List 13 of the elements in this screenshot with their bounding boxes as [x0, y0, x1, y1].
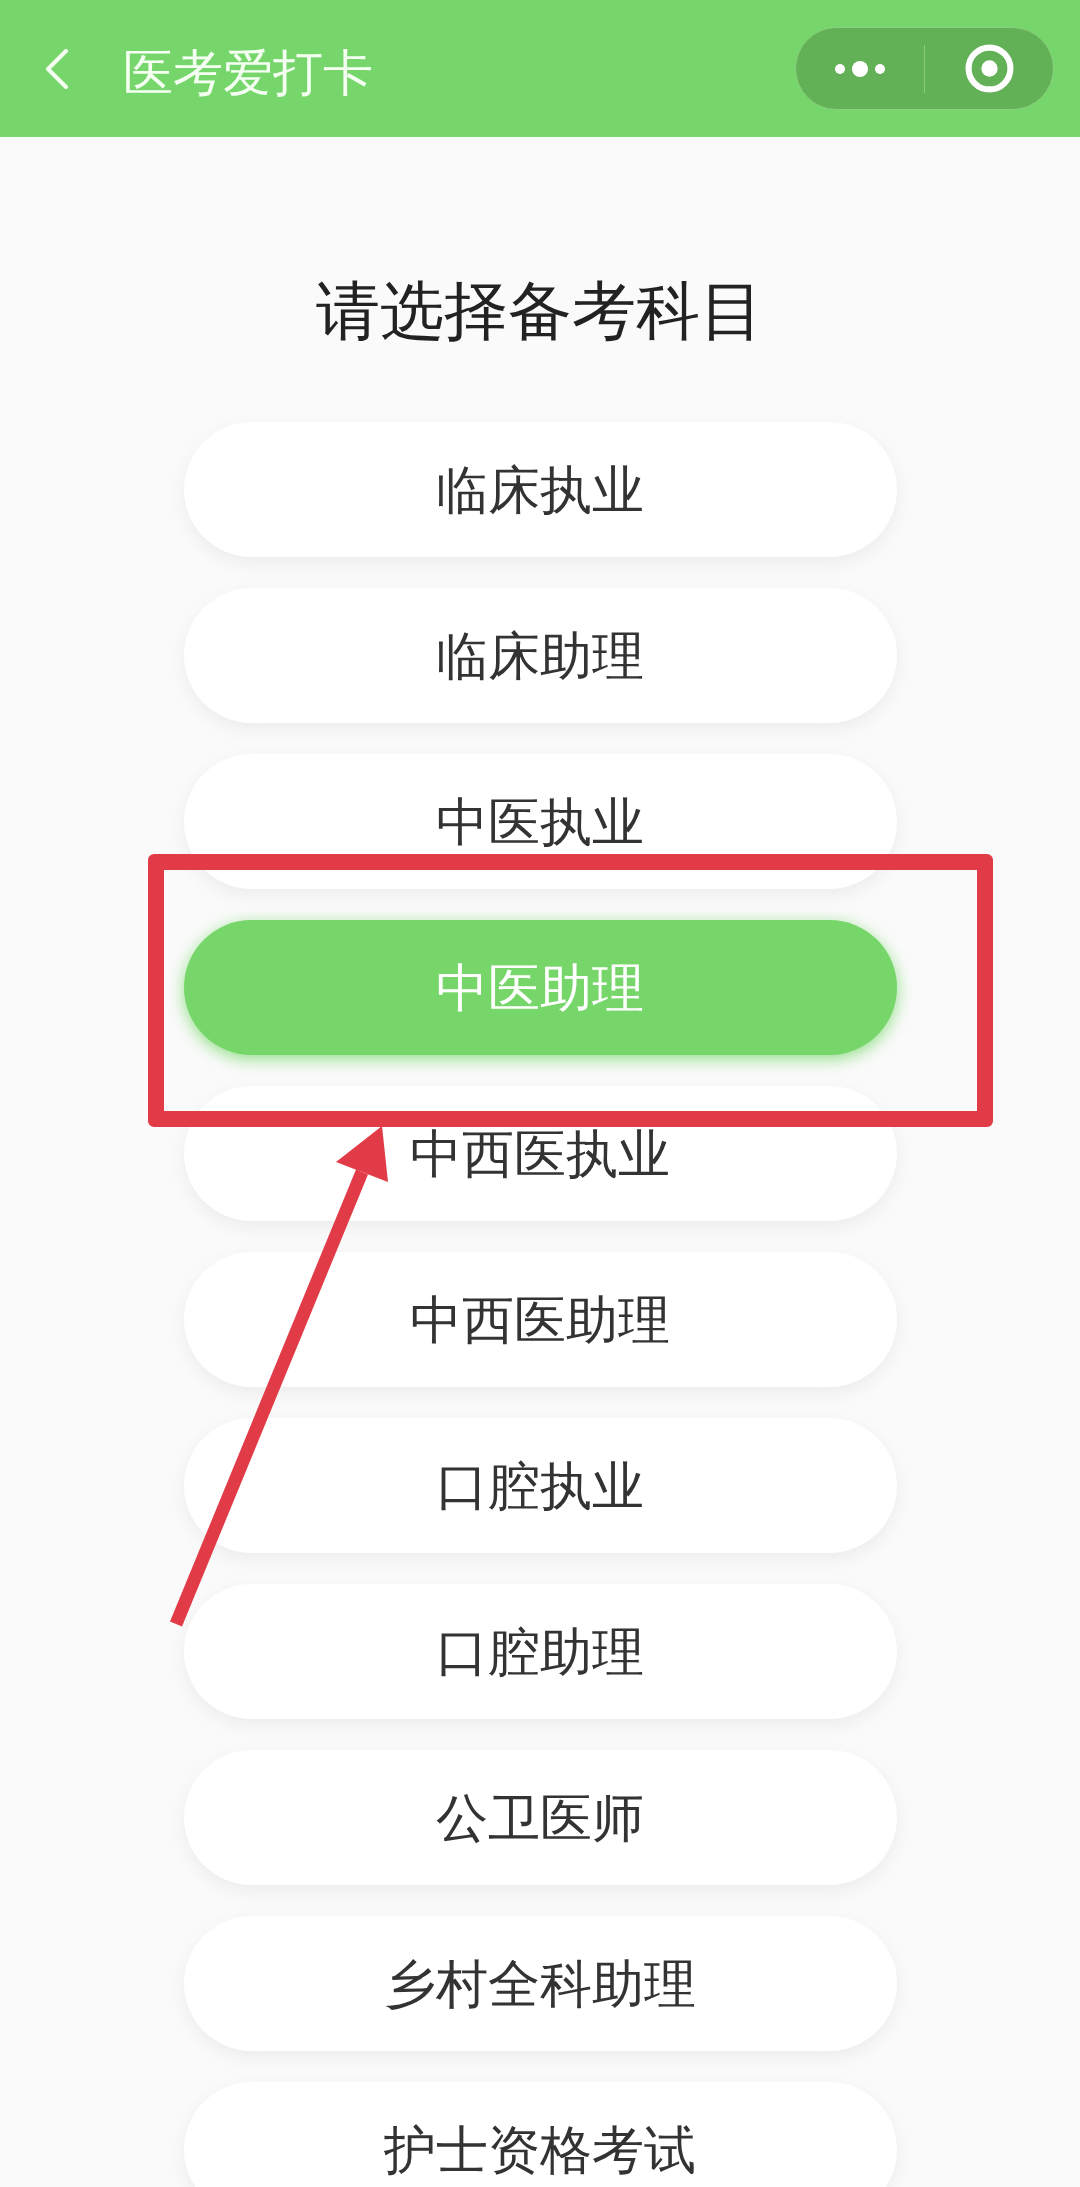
- subject-option[interactable]: 口腔执业: [183, 1418, 897, 1553]
- more-icon[interactable]: [835, 60, 885, 77]
- subject-option[interactable]: 乡村全科助理: [183, 1916, 897, 2051]
- back-icon[interactable]: [45, 48, 69, 89]
- subject-option[interactable]: 临床助理: [183, 588, 897, 723]
- subject-option[interactable]: 中西医助理: [183, 1252, 897, 1387]
- subject-option[interactable]: 公卫医师: [183, 1750, 897, 1885]
- subject-option[interactable]: 护士资格考试: [183, 2082, 897, 2187]
- subject-option[interactable]: 临床执业: [183, 422, 897, 557]
- subject-option[interactable]: 口腔助理: [183, 1584, 897, 1719]
- circle-dot-icon[interactable]: [964, 44, 1014, 93]
- page-title: 医考爱打卡: [123, 43, 373, 103]
- page-heading: 请选择备考科目: [315, 274, 765, 348]
